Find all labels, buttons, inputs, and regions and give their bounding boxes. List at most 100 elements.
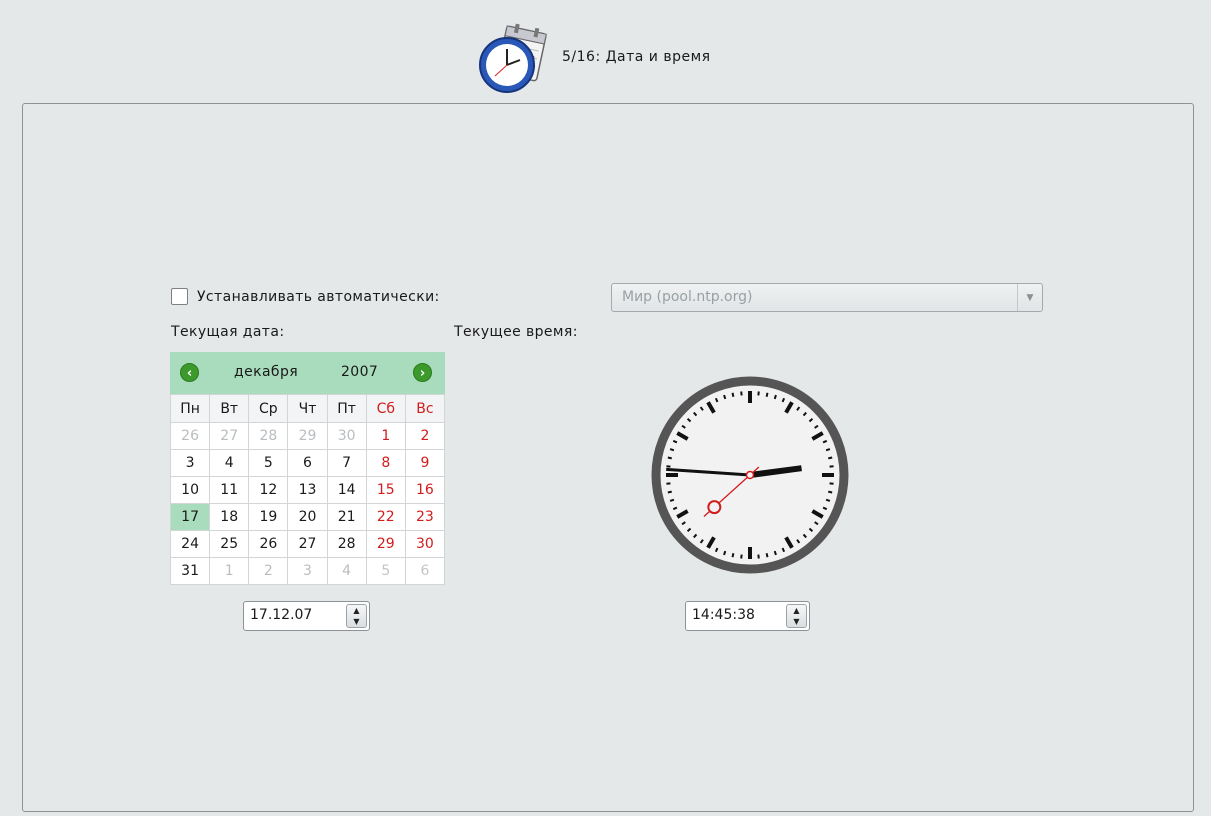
calendar-day[interactable]: 23 (404, 503, 446, 531)
minute-tick (669, 498, 675, 502)
calendar-day[interactable]: 15 (365, 476, 406, 504)
calendar-day[interactable]: 2 (404, 422, 446, 450)
date-spinbox[interactable]: 17.12.07 ▲ ▼ (243, 601, 370, 631)
calendar-day[interactable]: 27 (209, 422, 250, 450)
minute-tick (773, 550, 777, 556)
week-row: 24 25 26 27 28 29 30 (169, 530, 446, 558)
minute-tick (765, 553, 769, 558)
minute-tick (828, 490, 833, 494)
next-month-icon[interactable]: › (413, 363, 432, 382)
calendar-day[interactable]: 5 (248, 449, 289, 477)
calendar-day[interactable]: 29 (287, 422, 328, 450)
calendar-day[interactable]: 24 (169, 530, 211, 558)
calendar-day[interactable]: 1 (365, 422, 406, 450)
calendar-day[interactable]: 6 (404, 557, 446, 585)
time-spin-buttons[interactable]: ▲ ▼ (786, 604, 807, 628)
calendar-day[interactable]: 20 (287, 503, 328, 531)
weekday-header: Пт (326, 394, 367, 423)
calendar-day[interactable]: 4 (326, 557, 367, 585)
calendar-day[interactable]: 12 (248, 476, 289, 504)
minute-tick (731, 392, 735, 397)
calendar-day[interactable]: 22 (365, 503, 406, 531)
minute-tick (773, 394, 777, 400)
calendar-day[interactable]: 6 (287, 449, 328, 477)
calendar-day[interactable]: 10 (169, 476, 211, 504)
weekday-header: Вс (404, 394, 446, 423)
minute-tick (825, 498, 831, 502)
week-row: 3 4 5 6 7 8 9 (169, 449, 446, 477)
minute-tick (667, 456, 672, 460)
calendar-month: декабря (234, 364, 299, 380)
calendar-day[interactable]: 3 (287, 557, 328, 585)
week-row: 17 18 19 20 21 22 23 (169, 503, 446, 531)
minute-tick (825, 448, 831, 452)
calendar-day[interactable]: 7 (326, 449, 367, 477)
second-hand-tip (707, 500, 722, 515)
calendar-day[interactable]: 27 (287, 530, 328, 558)
week-row: 10 11 12 13 14 15 16 (169, 476, 446, 504)
calendar-day[interactable]: 13 (287, 476, 328, 504)
date-spin-buttons[interactable]: ▲ ▼ (346, 604, 367, 628)
auto-sync-row: Устанавливать автоматически: (171, 288, 440, 305)
minute-tick (828, 456, 833, 460)
calendar-day[interactable]: 11 (209, 476, 250, 504)
weekday-header: Чт (287, 394, 328, 423)
calendar-day[interactable]: 30 (404, 530, 446, 558)
weekday-header: Сб (365, 394, 406, 423)
clock-calendar-icon (479, 23, 547, 93)
minute-tick (765, 392, 769, 397)
weekday-header: Пн (169, 394, 211, 423)
ntp-server-select[interactable]: Мир (pool.ntp.org) ▼ (611, 283, 1043, 312)
calendar-day[interactable]: 31 (169, 557, 211, 585)
calendar-day[interactable]: 21 (326, 503, 367, 531)
minute-tick (669, 448, 675, 452)
calendar-day[interactable]: 2 (248, 557, 289, 585)
calendar-day[interactable]: 30 (326, 422, 367, 450)
spin-up-icon[interactable]: ▲ (787, 605, 806, 616)
minute-tick (731, 553, 735, 558)
weekday-header: Ср (248, 394, 289, 423)
calendar-day[interactable]: 1 (209, 557, 250, 585)
calendar-day[interactable]: 8 (365, 449, 406, 477)
ntp-server-value: Мир (pool.ntp.org) (622, 289, 753, 305)
calendar-year: 2007 (341, 364, 379, 380)
calendar-header: ‹ декабря 2007 › (170, 352, 445, 394)
calendar-grid: Пн Вт Ср Чт Пт Сб Вс 26 27 28 29 30 1 2 … (169, 394, 446, 585)
calendar-day[interactable]: 28 (326, 530, 367, 558)
calendar-day[interactable]: 5 (365, 557, 406, 585)
calendar-day[interactable]: 25 (209, 530, 250, 558)
time-input[interactable]: 14:45:38 (692, 607, 755, 623)
week-row: 26 27 28 29 30 1 2 (169, 422, 446, 450)
chevron-down-icon[interactable]: ▼ (1017, 284, 1042, 311)
calendar-day[interactable]: 14 (326, 476, 367, 504)
current-time-label: Текущее время: (454, 324, 578, 340)
week-row: 31 1 2 3 4 5 6 (169, 557, 446, 585)
auto-sync-checkbox[interactable] (171, 288, 188, 305)
calendar-day[interactable]: 28 (248, 422, 289, 450)
calendar-day[interactable]: 26 (169, 422, 211, 450)
weekday-row: Пн Вт Ср Чт Пт Сб Вс (169, 394, 446, 423)
calendar: ‹ декабря 2007 › Пн Вт Ср Чт Пт Сб Вс 26… (169, 352, 446, 585)
auto-sync-label[interactable]: Устанавливать автоматически: (197, 289, 440, 305)
minute-tick (667, 490, 672, 494)
spin-down-icon[interactable]: ▼ (787, 616, 806, 627)
calendar-day-selected[interactable]: 17 (169, 503, 211, 531)
previous-month-icon[interactable]: ‹ (180, 363, 199, 382)
time-spinbox[interactable]: 14:45:38 ▲ ▼ (685, 601, 810, 631)
clock-center (745, 470, 755, 480)
calendar-day[interactable]: 16 (404, 476, 446, 504)
current-date-label: Текущая дата: (171, 324, 285, 340)
calendar-day[interactable]: 19 (248, 503, 289, 531)
date-input[interactable]: 17.12.07 (250, 607, 312, 623)
analog-clock (651, 376, 849, 574)
calendar-day[interactable]: 29 (365, 530, 406, 558)
calendar-day[interactable]: 4 (209, 449, 250, 477)
calendar-day[interactable]: 18 (209, 503, 250, 531)
spin-up-icon[interactable]: ▲ (347, 605, 366, 616)
calendar-day[interactable]: 26 (248, 530, 289, 558)
spin-down-icon[interactable]: ▼ (347, 616, 366, 627)
calendar-day[interactable]: 3 (169, 449, 211, 477)
calendar-day[interactable]: 9 (404, 449, 446, 477)
weekday-header: Вт (209, 394, 250, 423)
page-title: 5/16: Дата и время (562, 49, 711, 65)
